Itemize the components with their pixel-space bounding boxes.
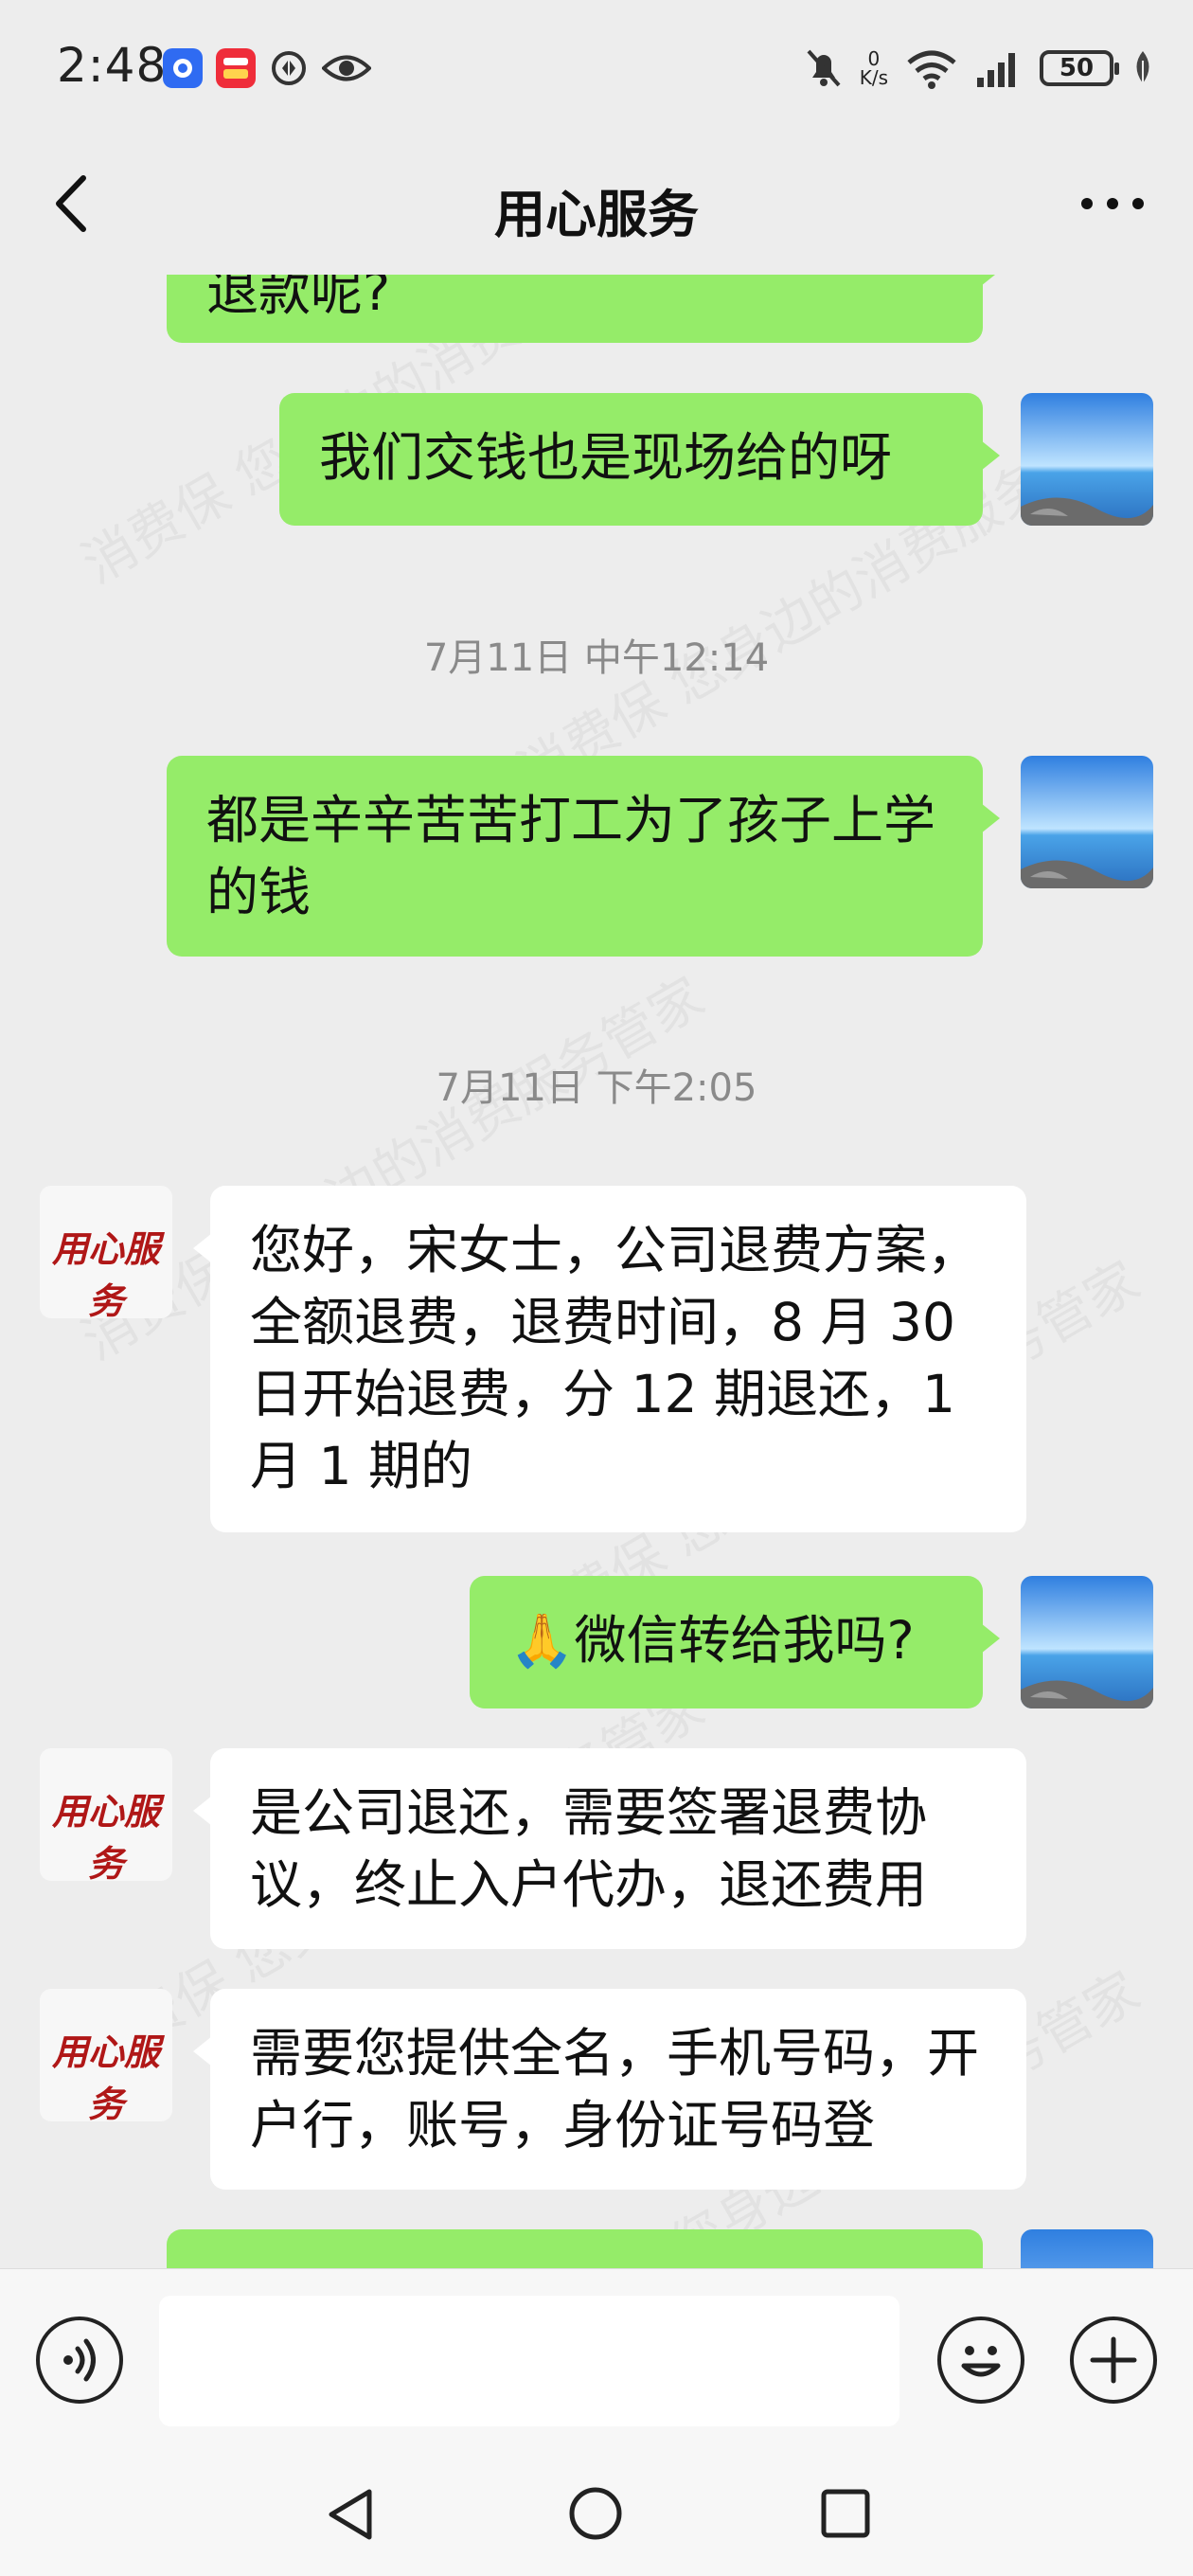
timestamp: 7月11日 下午2:05 [436,1066,757,1110]
message-bubble-mine[interactable]: 我们交钱也是现场给的呀 [279,393,1000,526]
plus-icon[interactable] [1070,2317,1157,2404]
status-right-icons: 0 K/s 50 [805,42,1155,95]
status-left-icons [163,42,371,95]
message-input[interactable] [159,2296,899,2426]
battery-icon: 50 [1040,50,1119,86]
sync-icon [272,51,306,85]
message-bubble-mine[interactable]: 🙏微信转给我吗? [470,1576,1000,1708]
message-bubble-mine[interactable] [167,2229,983,2268]
chat-title: 用心服务 [494,185,699,244]
status-bar: 2:48 0 K/s 50 [0,0,1193,133]
my-avatar[interactable] [1021,2229,1153,2268]
mute-icon [807,49,841,87]
service-avatar[interactable]: 用心服务 [40,1989,172,2121]
message-bubble-theirs[interactable]: 您好，宋女士，公司退费方案，全额退费，退费时间，8 月 30 日开始退费，分 1… [193,1186,1026,1532]
back-triangle-icon[interactable] [322,2486,379,2543]
timestamp: 7月11日 中午12:14 [423,636,770,680]
message-list[interactable]: 消费保 您身边的消费服务管家 消费保 您身边的消费服务管家 消费保 您身边的消费… [0,275,1193,2268]
system-navigation [0,2458,1193,2576]
eye-icon [322,55,371,81]
my-avatar[interactable] [1021,756,1153,888]
chat-header: 用心服务 [0,133,1193,275]
emoji-icon[interactable] [937,2317,1024,2404]
home-circle-icon[interactable] [566,2484,625,2543]
message-bubble-theirs[interactable]: 需要您提供全名，手机号码，开户行，账号，身份证号码登 [193,1989,1026,2190]
service-avatar[interactable]: 用心服务 [40,1186,172,1318]
wifi-icon [907,50,956,89]
recents-square-icon[interactable] [818,2486,873,2541]
app-red-icon [216,48,256,88]
app-blue-icon [163,48,203,88]
signal-icon [977,53,1015,87]
my-avatar[interactable] [1021,393,1153,526]
message-bubble-theirs[interactable]: 是公司退还，需要签署退费协议，终止入户代办，退还费用 [193,1748,1026,1949]
net-speed: 0 K/s [859,47,888,89]
input-bar [0,2268,1193,2459]
service-avatar[interactable]: 用心服务 [40,1748,172,1881]
leaf-icon [1136,51,1149,87]
message-bubble-mine[interactable]: 都是辛辛苦苦打工为了孩子上学的钱 [167,756,1000,957]
voice-icon[interactable] [36,2317,123,2404]
more-options-icon[interactable] [1079,189,1146,218]
message-bubble-mine[interactable]: 退款呢? [167,275,1000,343]
status-time: 2:48 [57,38,168,93]
my-avatar[interactable] [1021,1576,1153,1708]
